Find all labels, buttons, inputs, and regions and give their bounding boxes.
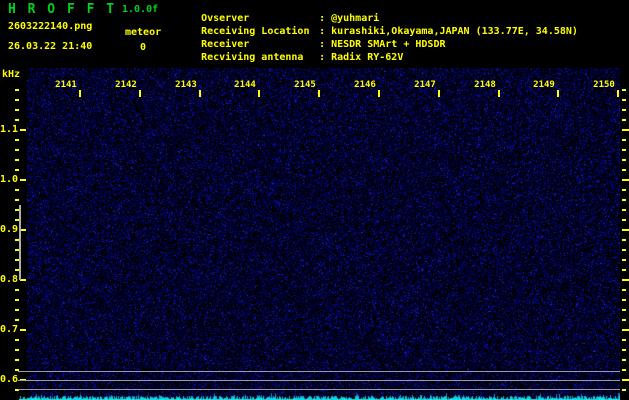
time-tick-label: 2144 — [234, 80, 256, 90]
freq-major-tick-right — [622, 179, 629, 181]
freq-minor-tick-right — [622, 109, 626, 111]
freq-minor-tick-left — [15, 189, 19, 191]
freq-minor-tick-left — [15, 119, 19, 121]
freq-minor-tick-right — [622, 149, 626, 151]
freq-minor-tick-right — [622, 269, 626, 271]
freq-minor-tick-right — [622, 389, 626, 391]
freq-major-tick-right — [622, 279, 629, 281]
time-tick-label: 2149 — [533, 80, 555, 90]
freq-minor-tick-right — [622, 99, 626, 101]
time-tick — [378, 90, 380, 97]
time-tick-label: 2148 — [474, 80, 496, 90]
freq-minor-tick-right — [622, 219, 626, 221]
freq-tick-label: 0.6 — [0, 374, 19, 385]
freq-minor-tick-left — [15, 349, 19, 351]
calibration-bar — [19, 205, 21, 280]
freq-minor-tick-left — [15, 199, 19, 201]
carrier-line — [18, 389, 620, 390]
time-tick — [438, 90, 440, 97]
hrofft-output-image: H R O F F T 1.0.0f 2603222140.png meteor… — [0, 0, 629, 400]
freq-minor-tick-left — [15, 339, 19, 341]
freq-minor-tick-right — [622, 209, 626, 211]
freq-minor-tick-left — [15, 309, 19, 311]
freq-minor-tick-right — [622, 359, 626, 361]
carrier-line — [18, 371, 620, 372]
time-tick-label: 2142 — [115, 80, 137, 90]
freq-minor-tick-left — [15, 359, 19, 361]
freq-minor-tick-left — [15, 99, 19, 101]
freq-minor-tick-left — [15, 299, 19, 301]
freq-minor-tick-right — [622, 299, 626, 301]
freq-tick-label: 0.8 — [0, 274, 19, 285]
freq-minor-tick-left — [15, 109, 19, 111]
freq-minor-tick-right — [622, 139, 626, 141]
time-tick — [557, 90, 559, 97]
freq-minor-tick-left — [15, 159, 19, 161]
freq-minor-tick-left — [15, 319, 19, 321]
time-tick — [139, 90, 141, 97]
time-tick — [199, 90, 201, 97]
freq-minor-tick-right — [622, 169, 626, 171]
axes-overlay: 1.1 1.0 0.9 0.8 0.7 0.6 2141 2142 2143 2144 2145 21… — [0, 0, 629, 400]
freq-minor-tick-right — [622, 309, 626, 311]
freq-minor-tick-right — [622, 319, 626, 321]
freq-minor-tick-left — [15, 139, 19, 141]
freq-minor-tick-right — [622, 349, 626, 351]
freq-minor-tick-left — [15, 169, 19, 171]
freq-minor-tick-left — [15, 289, 19, 291]
freq-tick-label: 1.1 — [0, 124, 19, 135]
time-tick — [79, 90, 81, 97]
freq-minor-tick-right — [622, 369, 626, 371]
freq-minor-tick-right — [622, 339, 626, 341]
freq-minor-tick-right — [622, 259, 626, 261]
freq-minor-tick-left — [15, 89, 19, 91]
freq-tick-label: 1.0 — [0, 174, 19, 185]
time-tick — [617, 90, 619, 97]
time-tick — [498, 90, 500, 97]
time-tick-label: 2150 — [593, 80, 615, 90]
freq-major-tick-right — [622, 329, 629, 331]
freq-minor-tick-right — [622, 289, 626, 291]
carrier-line — [18, 380, 620, 381]
freq-major-tick-left — [20, 179, 26, 181]
freq-major-tick-left — [20, 129, 26, 131]
freq-minor-tick-right — [622, 159, 626, 161]
freq-tick-label: 0.7 — [0, 324, 19, 335]
freq-minor-tick-right — [622, 199, 626, 201]
freq-minor-tick-right — [622, 239, 626, 241]
time-tick-label: 2146 — [354, 80, 376, 90]
freq-tick-label: 0.9 — [0, 224, 19, 235]
time-tick-label: 2143 — [175, 80, 197, 90]
time-tick — [258, 90, 260, 97]
freq-minor-tick-right — [622, 119, 626, 121]
freq-major-tick-right — [622, 379, 629, 381]
time-tick-label: 2141 — [55, 80, 77, 90]
freq-major-tick-right — [622, 129, 629, 131]
time-tick-label: 2147 — [414, 80, 436, 90]
time-tick — [318, 90, 320, 97]
freq-major-tick-right — [622, 229, 629, 231]
freq-minor-tick-left — [15, 149, 19, 151]
freq-minor-tick-right — [622, 249, 626, 251]
time-tick-label: 2145 — [294, 80, 316, 90]
freq-minor-tick-right — [622, 189, 626, 191]
freq-major-tick-left — [20, 329, 26, 331]
freq-minor-tick-right — [622, 89, 626, 91]
